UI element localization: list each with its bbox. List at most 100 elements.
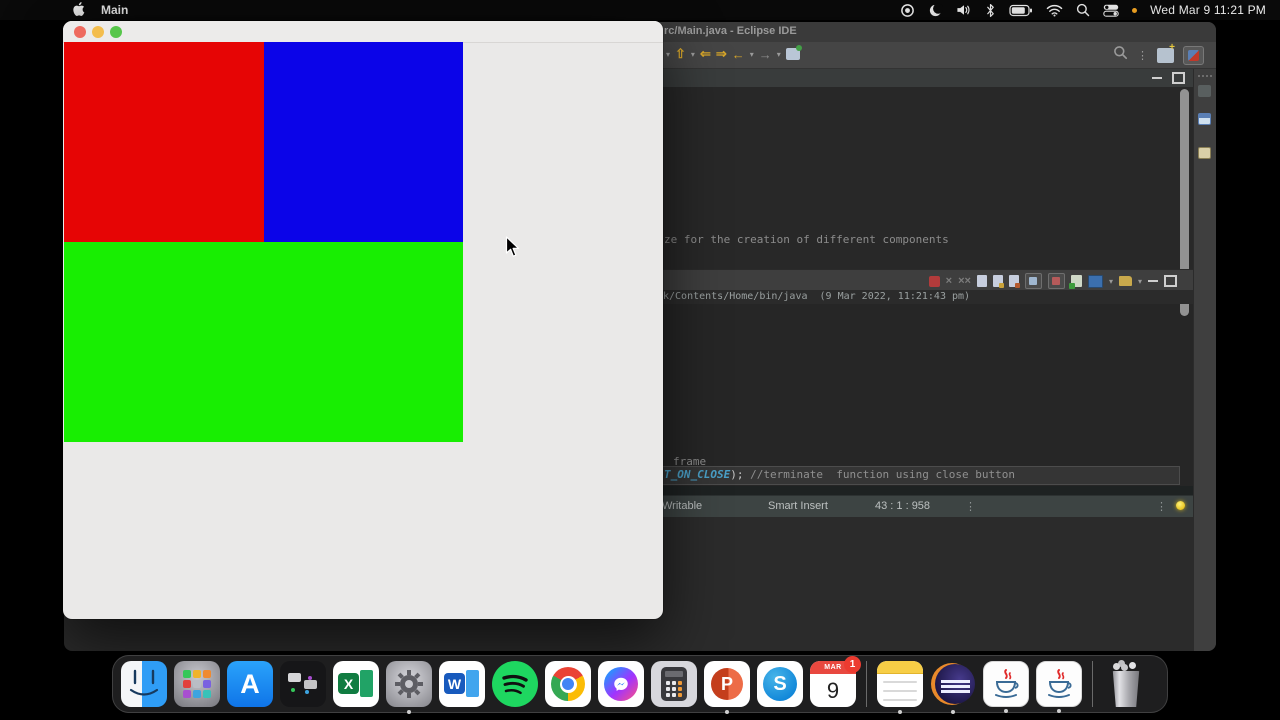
next-annotation-icon[interactable]: →: [759, 47, 772, 62]
outline-minimized-icon[interactable]: [1198, 147, 1211, 159]
toolbar-overflow-icon[interactable]: ⋮: [1137, 49, 1148, 62]
code-after: );: [730, 468, 751, 481]
editor-maximize-icon[interactable]: [1172, 72, 1185, 84]
powerpoint-p-glyph: P: [711, 668, 743, 700]
clear-console-icon[interactable]: [976, 275, 987, 287]
wifi-icon[interactable]: [1046, 4, 1063, 17]
last-edit-location-icon[interactable]: ⇧: [675, 46, 686, 62]
excel-sheet-icon: [360, 670, 373, 697]
desktop: Main Wed Mar 9 11:21 PM rc/Main.java - E…: [0, 0, 1280, 720]
java-coffee-cup-icon: [1048, 669, 1072, 698]
apple-menu-icon[interactable]: [72, 1, 85, 20]
restore-view-icon[interactable]: [1198, 85, 1211, 97]
toolbar-dropdown-icon[interactable]: ▾: [666, 50, 670, 59]
dock-system-preferences[interactable]: [386, 661, 432, 707]
dock-java-app-1[interactable]: [983, 661, 1029, 707]
mission-control-dots-icon: [291, 688, 295, 692]
battery-icon[interactable]: [1009, 4, 1033, 17]
minimize-button[interactable]: [92, 26, 104, 38]
strip-drag-handle-icon[interactable]: [1198, 75, 1200, 77]
status-writable: Writable: [662, 500, 703, 512]
toolbar-dropdown-icon[interactable]: ▾: [691, 50, 695, 59]
java-perspective-icon[interactable]: [1183, 45, 1204, 65]
previous-annotation-icon[interactable]: ←: [732, 47, 745, 62]
editor-minimize-icon[interactable]: [1152, 77, 1162, 79]
dock-java-app-2[interactable]: [1036, 661, 1082, 707]
spotlight-search-icon[interactable]: [1076, 3, 1090, 17]
code-keyword: T_ON_CLOSE: [664, 468, 731, 481]
minimized-views-strip: [1193, 69, 1216, 651]
dock-spotify[interactable]: [492, 661, 538, 707]
notification-lightbulb-icon[interactable]: [1176, 501, 1185, 510]
status-overflow-icon[interactable]: ⋮: [1156, 500, 1167, 513]
dock-skype[interactable]: S: [757, 661, 803, 707]
skype-s-glyph: S: [763, 667, 797, 701]
dock-launchpad[interactable]: [174, 661, 220, 707]
dock-messenger[interactable]: [598, 661, 644, 707]
dock-mission-control[interactable]: [280, 661, 326, 707]
zoom-button[interactable]: [110, 26, 122, 38]
remove-launch-icon[interactable]: ×: [946, 275, 952, 287]
package-explorer-minimized-icon[interactable]: [1198, 113, 1211, 125]
dock-finder[interactable]: [121, 661, 167, 707]
scroll-lock-icon[interactable]: [992, 275, 1004, 288]
calculator-body-icon: [661, 667, 687, 701]
new-task-icon[interactable]: [785, 45, 802, 60]
show-console-stdout-toggle-icon[interactable]: [1024, 273, 1042, 289]
dock-eclipse[interactable]: [930, 661, 976, 707]
messenger-bolt-icon: [614, 677, 628, 691]
java-coffee-cup-icon: [995, 669, 1019, 698]
console-dropdown-icon[interactable]: ▾: [1138, 277, 1142, 286]
dock: A X W P S MAR 9 1: [112, 655, 1168, 713]
bluetooth-icon[interactable]: [985, 3, 996, 18]
java-app-window: [63, 21, 663, 619]
word-w-glyph: W: [444, 673, 465, 694]
code-inline-comment: //terminate function using close button: [750, 468, 1016, 481]
dock-chrome[interactable]: [545, 661, 591, 707]
display-selected-console-icon[interactable]: [1087, 274, 1103, 288]
terminate-icon[interactable]: [928, 275, 940, 287]
open-console-icon[interactable]: [1118, 276, 1132, 286]
dock-calculator[interactable]: [651, 661, 697, 707]
dock-calendar[interactable]: MAR 9 1: [810, 656, 861, 707]
close-button[interactable]: [74, 26, 86, 38]
do-not-disturb-moon-icon[interactable]: [928, 3, 944, 18]
pin-console-icon[interactable]: [1068, 275, 1082, 289]
word-wrap-icon[interactable]: [1008, 275, 1020, 288]
toolbar-dropdown-icon[interactable]: ▾: [777, 50, 781, 59]
console-minimize-icon[interactable]: [1148, 280, 1158, 282]
calendar-badge: 1: [844, 656, 861, 673]
status-overflow-icon[interactable]: ⋮: [965, 500, 976, 513]
open-perspective-icon[interactable]: [1157, 42, 1175, 63]
record-indicator-icon[interactable]: [900, 3, 915, 18]
remove-all-launches-icon[interactable]: ××: [958, 275, 971, 287]
dock-word[interactable]: W: [439, 661, 485, 707]
messenger-gradient-icon: [604, 667, 638, 701]
console-dropdown-icon[interactable]: ▾: [1109, 277, 1113, 286]
java-window-titlebar[interactable]: [63, 21, 663, 43]
active-app-menu[interactable]: Main: [101, 3, 128, 17]
mouse-cursor: [505, 236, 521, 263]
console-maximize-icon[interactable]: [1164, 275, 1177, 287]
gear-icon: [395, 670, 423, 698]
menu-clock[interactable]: Wed Mar 9 11:21 PM: [1150, 3, 1266, 17]
dock-app-store[interactable]: A: [227, 661, 273, 707]
forward-icon[interactable]: ⇒: [716, 46, 727, 62]
excel-x-glyph: X: [338, 673, 359, 694]
dock-notes[interactable]: [877, 661, 923, 707]
word-sheet-icon: [466, 670, 479, 697]
dock-powerpoint[interactable]: P: [704, 661, 750, 707]
toolbar-search-icon[interactable]: [1113, 45, 1128, 65]
toolbar-dropdown-icon[interactable]: ▾: [750, 50, 754, 59]
eclipse-window-title: rc/Main.java - Eclipse IDE: [664, 25, 797, 37]
app-store-a-glyph: A: [240, 668, 260, 699]
spotify-waves-icon: [502, 674, 528, 695]
status-insert-mode: Smart Insert: [768, 500, 828, 512]
volume-icon[interactable]: [956, 3, 972, 17]
chrome-color-ring-icon: [551, 667, 585, 701]
dock-trash[interactable]: [1103, 661, 1149, 707]
show-console-stderr-toggle-icon[interactable]: [1047, 273, 1065, 289]
control-center-icon[interactable]: [1103, 4, 1119, 17]
dock-excel[interactable]: X: [333, 661, 379, 707]
back-icon[interactable]: ⇐: [700, 46, 711, 62]
